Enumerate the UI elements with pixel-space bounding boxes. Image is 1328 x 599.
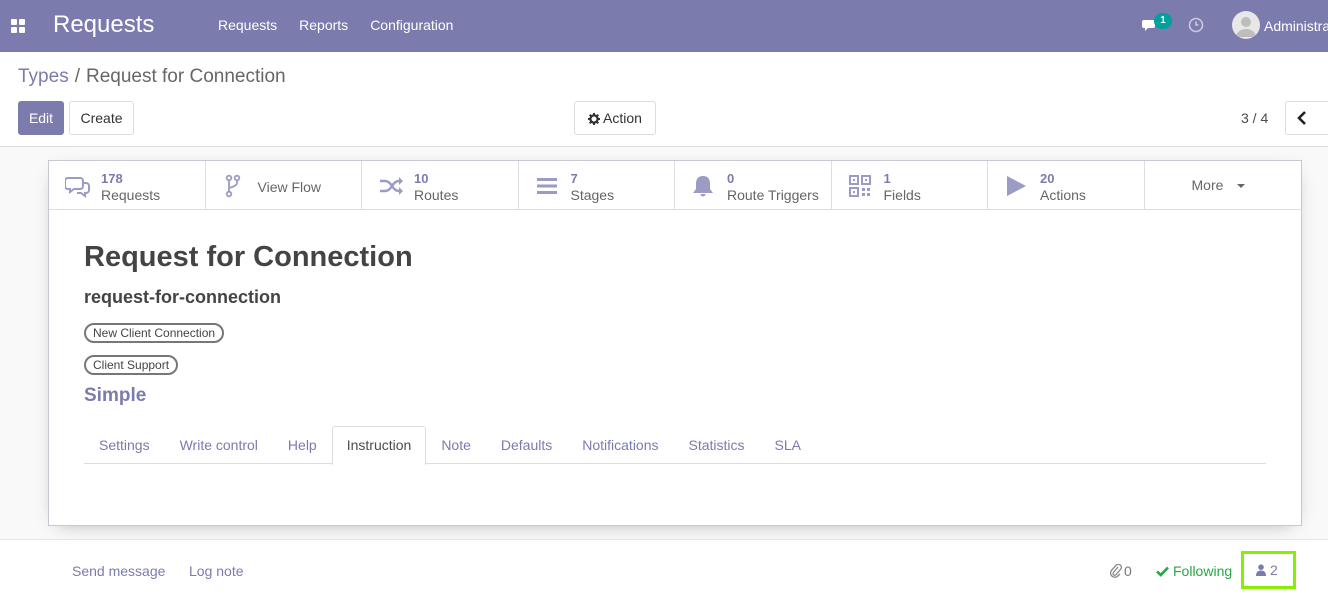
- tag-new-client-connection[interactable]: New Client Connection: [84, 323, 225, 343]
- tab-sla[interactable]: SLA: [760, 426, 816, 464]
- actions-label: Actions: [1040, 187, 1086, 203]
- log-note-button[interactable]: Log note: [189, 563, 244, 579]
- main-navbar: Requests Requests Reports Configuration …: [0, 0, 1328, 52]
- check-icon: [1156, 566, 1169, 577]
- action-button[interactable]: Action: [574, 101, 656, 135]
- tab-notifications[interactable]: Notifications: [567, 426, 673, 464]
- record-code: request-for-connection: [84, 287, 282, 307]
- routes-stat-button[interactable]: 10 Routes: [362, 161, 519, 209]
- user-name[interactable]: Administrator: [1264, 18, 1328, 34]
- breadcrumb: Types / Request for Connection: [18, 66, 286, 88]
- tab-write-control[interactable]: Write control: [165, 426, 273, 464]
- following-label: Following: [1173, 563, 1233, 579]
- attachments-button[interactable]: 0: [1109, 563, 1132, 579]
- play-icon: [1007, 176, 1026, 196]
- tag-client-support[interactable]: Client Support: [84, 355, 179, 375]
- gear-icon: [588, 113, 601, 125]
- more-label: More: [1191, 177, 1224, 193]
- chatter-divider: [0, 539, 1328, 540]
- create-button[interactable]: Create: [69, 101, 134, 135]
- route-triggers-label: Route Triggers: [727, 187, 819, 203]
- send-message-button[interactable]: Send message: [72, 563, 165, 579]
- routes-label: Routes: [414, 187, 459, 203]
- stages-count: 7: [570, 171, 578, 186]
- pager-value: 3 / 4: [1241, 110, 1269, 126]
- menu-requests[interactable]: Requests: [218, 17, 277, 33]
- apps-menu-icon[interactable]: [11, 19, 25, 33]
- followers-count: 2: [1270, 562, 1278, 578]
- random-icon: [380, 177, 403, 195]
- form-sheet: 178 Requests View Flow 10 Routes 7 Stage…: [48, 160, 1302, 526]
- breadcrumb-types[interactable]: Types: [18, 66, 69, 87]
- requests-count: 178: [101, 171, 123, 186]
- tab-note[interactable]: Note: [426, 426, 486, 464]
- pager-previous-button[interactable]: [1285, 101, 1318, 135]
- bars-icon: [536, 178, 557, 194]
- tab-instruction[interactable]: Instruction: [331, 426, 427, 465]
- action-label: Action: [603, 110, 642, 126]
- comments-icon: [65, 177, 90, 198]
- fields-count: 1: [883, 171, 891, 186]
- more-dropdown-button[interactable]: More: [1145, 161, 1302, 209]
- view-flow-button[interactable]: View Flow: [206, 161, 362, 209]
- record-kind: Simple: [84, 385, 147, 406]
- code-fork-icon: [225, 174, 240, 198]
- requests-label: Requests: [101, 187, 161, 203]
- route-triggers-stat-button[interactable]: 0 Route Triggers: [675, 161, 832, 209]
- routes-count: 10: [414, 171, 429, 186]
- menu-configuration[interactable]: Configuration: [370, 17, 453, 33]
- tab-help[interactable]: Help: [273, 426, 332, 464]
- qrcode-icon: [848, 175, 871, 197]
- followers-button[interactable]: 2: [1241, 551, 1296, 589]
- menu-reports[interactable]: Reports: [299, 17, 348, 33]
- bell-icon: [693, 176, 713, 197]
- caret-down-icon: [1236, 184, 1245, 188]
- form-notebook-tabs: Settings Write control Help Instruction …: [84, 426, 1266, 465]
- actions-stat-button[interactable]: 20 Actions: [988, 161, 1145, 209]
- chevron-left-icon: [1297, 111, 1306, 125]
- record-title: Request for Connection: [84, 241, 413, 273]
- fields-stat-button[interactable]: 1 Fields: [832, 161, 988, 209]
- attachments-count: 0: [1124, 563, 1132, 579]
- route-triggers-count: 0: [727, 171, 735, 186]
- paperclip-icon: [1109, 563, 1123, 578]
- breadcrumb-current: Request for Connection: [85, 66, 286, 87]
- user-icon: [1256, 564, 1266, 576]
- app-brand[interactable]: Requests: [53, 11, 154, 39]
- user-avatar[interactable]: [1232, 11, 1260, 39]
- clock-icon[interactable]: [1188, 17, 1204, 33]
- view-flow-label: View Flow: [257, 179, 322, 195]
- tab-defaults[interactable]: Defaults: [486, 426, 567, 464]
- tab-statistics[interactable]: Statistics: [674, 426, 760, 464]
- pager-next-button[interactable]: [1317, 101, 1328, 135]
- stages-label: Stages: [570, 187, 615, 203]
- tab-settings[interactable]: Settings: [84, 426, 165, 464]
- breadcrumb-separator: /: [74, 66, 80, 87]
- chat-count-badge: 1: [1154, 13, 1172, 29]
- edit-button[interactable]: Edit: [18, 101, 64, 135]
- stat-button-box: 178 Requests View Flow 10 Routes 7 Stage…: [49, 161, 1301, 210]
- fields-label: Fields: [883, 187, 921, 203]
- actions-count: 20: [1040, 171, 1055, 186]
- stages-stat-button[interactable]: 7 Stages: [519, 161, 675, 209]
- following-button[interactable]: Following: [1156, 563, 1232, 579]
- requests-stat-button[interactable]: 178 Requests: [49, 161, 206, 209]
- top-menu: Requests Reports Configuration: [218, 17, 453, 33]
